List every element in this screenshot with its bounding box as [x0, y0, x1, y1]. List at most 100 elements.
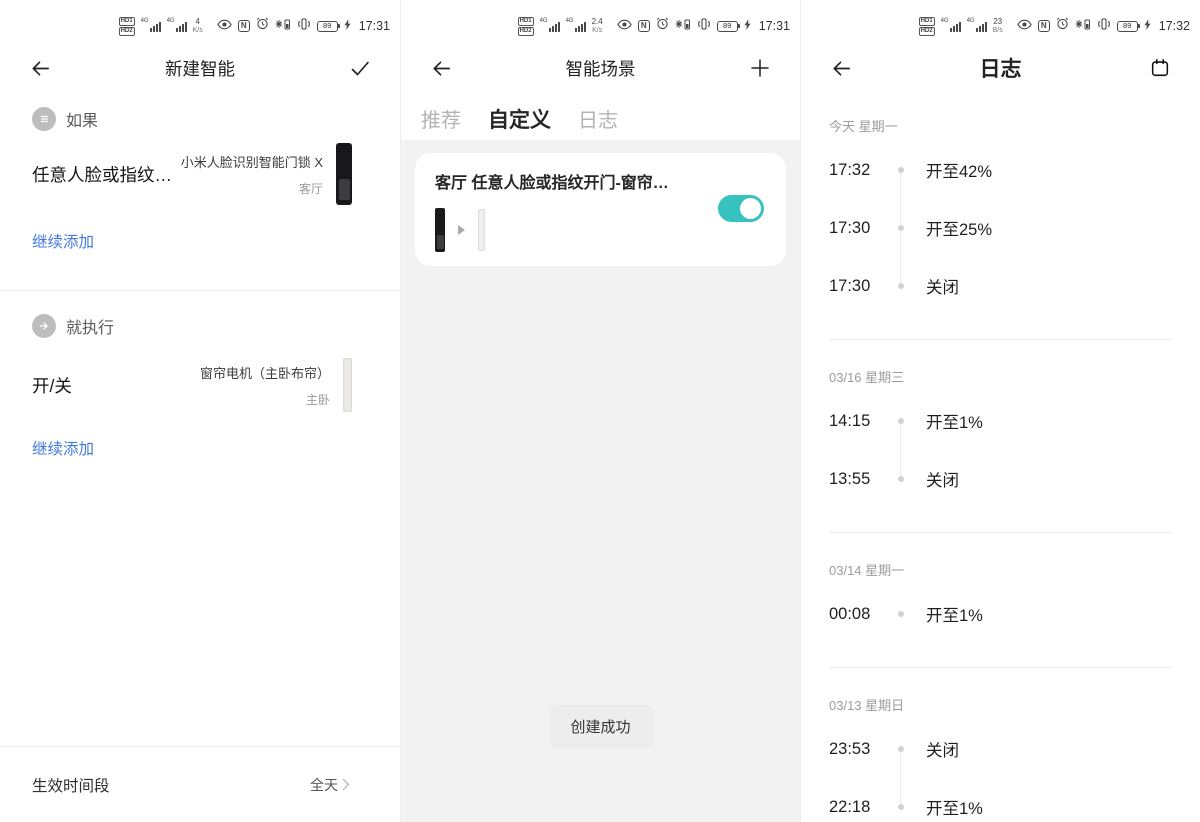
if-section-label: 如果 [66, 107, 98, 131]
if-condition-icon [32, 107, 56, 131]
log-entry: 17:30 开至25% [829, 199, 1172, 257]
network-speed: 2.4 K/s [592, 18, 603, 34]
log-entries: 23:53 关闭 22:18 开至1% [829, 720, 1172, 822]
page-title: 日志 [801, 53, 1200, 83]
tab-log[interactable]: 日志 [578, 104, 618, 133]
panel-log: HD1 HD2 4G 4G 23 B/s N 89 17:32 日志 [800, 0, 1200, 822]
timeline-dot-icon [893, 746, 909, 752]
charging-bolt-icon [344, 17, 351, 35]
log-entry: 00:08 开至1% [829, 585, 1172, 643]
panel-smart-scenes: HD1 HD2 4G 4G 2.4 K/s N 89 17:31 智 [400, 0, 800, 822]
action-device-info: 窗帘电机（主卧布帘） 主卧 [200, 363, 330, 408]
log-group: 03/14 星期一 00:08 开至1% [829, 553, 1172, 643]
device-name: 小米人脸识别智能门锁 X [181, 152, 323, 171]
add-scene-plus-icon[interactable] [746, 54, 774, 82]
condition-label: 任意人脸或指纹… [32, 162, 181, 187]
log-group: 03/13 星期日 23:53 关闭 22:18 开至1% [829, 688, 1172, 822]
bluetooth-device-battery-icon [1075, 17, 1091, 35]
scene-enable-toggle[interactable] [718, 195, 764, 222]
log-date-header: 03/13 星期日 [829, 688, 1172, 720]
battery-icon: 89 [317, 21, 338, 32]
log-group-divider [829, 532, 1172, 533]
charging-bolt-icon [1144, 17, 1151, 35]
log-action: 开至1% [926, 409, 983, 433]
log-entries: 14:15 开至1% 13:55 关闭 [829, 392, 1172, 508]
log-group-divider [829, 667, 1172, 668]
clock-time: 17:32 [1159, 19, 1190, 33]
status-bar: HD1 HD2 4G 4G 2.4 K/s N 89 17:31 [401, 0, 800, 42]
signal-sim1-icon: 4G [540, 20, 560, 32]
then-arrow-icon [32, 314, 56, 338]
log-group-divider [829, 339, 1172, 340]
scene-card[interactable]: 客厅 任意人脸或指纹开门-窗帘… [415, 153, 786, 266]
log-time: 00:08 [829, 605, 893, 624]
network-speed: 23 B/s [993, 18, 1003, 34]
nfc-icon: N [238, 20, 250, 32]
three-phone-screenshots: HD1 HD2 4G 4G 4 K/s N 89 17:31 新建智 [0, 0, 1200, 822]
bluetooth-device-battery-icon [675, 17, 691, 35]
back-arrow-icon[interactable] [427, 54, 455, 82]
effective-period-row[interactable]: 生效时间段 全天 [0, 746, 400, 822]
alarm-clock-icon [256, 17, 269, 35]
signal-sim1-icon: 4G [141, 20, 161, 32]
log-entry: 13:55 关闭 [829, 450, 1172, 508]
scene-tabs: 推荐 自定义 日志 [401, 94, 800, 134]
door-lock-thumb [435, 208, 445, 252]
log-time: 13:55 [829, 470, 893, 489]
if-condition-row[interactable]: 任意人脸或指纹… 小米人脸识别智能门锁 X 客厅 [0, 143, 400, 205]
status-bar: HD1 HD2 4G 4G 23 B/s N 89 17:32 [801, 0, 1200, 42]
log-time: 22:18 [829, 798, 893, 817]
chevron-right-icon [342, 778, 350, 791]
timeline-dot-icon [893, 225, 909, 231]
nav-bar: 智能场景 [401, 42, 800, 94]
log-entry: 17:32 开至42% [829, 141, 1172, 199]
curtain-motor-device-image [343, 358, 352, 412]
back-arrow-icon[interactable] [827, 54, 855, 82]
calendar-icon[interactable] [1146, 54, 1174, 82]
signal-sim1-icon: 4G [941, 20, 961, 32]
arrow-right-icon [458, 225, 465, 235]
charging-bolt-icon [744, 17, 751, 35]
log-date-header: 03/14 星期一 [829, 553, 1172, 585]
battery-icon: 89 [1117, 21, 1138, 32]
timeline-dot-icon [893, 804, 909, 810]
device-name: 窗帘电机（主卧布帘） [200, 363, 330, 382]
action-label: 开/关 [32, 373, 200, 398]
then-action-row[interactable]: 开/关 窗帘电机（主卧布帘） 主卧 [0, 358, 400, 412]
page-title: 新建智能 [0, 56, 400, 81]
curtain-motor-thumb [478, 209, 485, 251]
log-action: 关闭 [926, 274, 959, 298]
log-entry: 23:53 关闭 [829, 720, 1172, 778]
log-entries: 17:32 开至42% 17:30 开至25% 17:30 关闭 [829, 141, 1172, 315]
eye-protection-icon [617, 17, 632, 35]
page-title: 智能场景 [401, 56, 800, 81]
signal-sim2-icon: 4G [167, 20, 187, 32]
confirm-check-icon[interactable] [346, 54, 374, 82]
panel-new-automation: HD1 HD2 4G 4G 4 K/s N 89 17:31 新建智 [0, 0, 400, 822]
nfc-icon: N [638, 20, 650, 32]
device-room: 主卧 [200, 391, 330, 408]
log-time: 17:32 [829, 161, 893, 180]
clock-time: 17:31 [359, 19, 390, 33]
log-entry: 17:30 关闭 [829, 257, 1172, 315]
toast-message: 创建成功 [548, 705, 652, 748]
log-entry: 22:18 开至1% [829, 778, 1172, 822]
scene-title: 客厅 任意人脸或指纹开门-窗帘… [435, 169, 766, 193]
section-divider [0, 290, 400, 291]
tab-custom[interactable]: 自定义 [488, 104, 551, 134]
log-entries: 00:08 开至1% [829, 585, 1172, 643]
add-action-link[interactable]: 继续添加 [32, 437, 94, 459]
scene-list-area: 客厅 任意人脸或指纹开门-窗帘… 创建成功 [401, 140, 800, 822]
back-arrow-icon[interactable] [26, 54, 54, 82]
log-group: 03/16 星期三 14:15 开至1% 13:55 关闭 [829, 360, 1172, 508]
add-condition-link[interactable]: 继续添加 [32, 230, 94, 252]
log-entry: 14:15 开至1% [829, 392, 1172, 450]
tab-recommended[interactable]: 推荐 [421, 104, 461, 133]
volte-hd-icon: HD1 HD2 [518, 17, 534, 36]
nav-bar: 日志 [801, 42, 1200, 94]
effective-period-value: 全天 [310, 775, 350, 795]
alarm-clock-icon [1056, 17, 1069, 35]
log-time: 17:30 [829, 277, 893, 296]
timeline-dot-icon [893, 476, 909, 482]
log-action: 开至25% [926, 216, 992, 240]
